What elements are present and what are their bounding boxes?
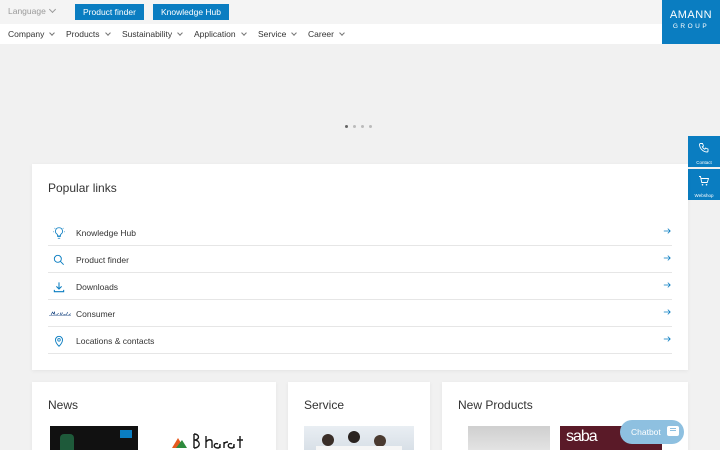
chevron-down-icon [291,30,298,36]
service-card: Service [288,382,430,450]
popular-link-locations[interactable]: Locations & contacts [48,327,672,354]
mettler-logo-icon [49,311,71,316]
logo-subtitle: GROUP [672,23,710,30]
arrow-right-icon [663,309,671,315]
language-selector[interactable]: Language [8,5,56,16]
service-title: Service [304,398,345,412]
product-thumbnail[interactable] [468,426,550,450]
link-label: Product finder [76,255,129,265]
nav-item-career[interactable]: Career [308,29,345,39]
saba-wordmark-image: saba [566,428,598,445]
arrow-right-icon [663,255,671,261]
nav-item-company[interactable]: Company [8,29,56,39]
hero-carousel [0,44,720,164]
arrow-right-icon [663,282,671,288]
carousel-dots [345,115,377,133]
carousel-dot[interactable] [369,125,372,128]
nav-item-service[interactable]: Service [258,29,298,39]
nav-item-application[interactable]: Application [194,29,247,39]
download-icon [53,282,65,293]
top-bar: Language Product finder Knowledge Hub [0,0,720,24]
webshop-side-button[interactable]: Webshop [688,169,720,200]
popular-link-downloads[interactable]: Downloads [48,273,672,300]
lightbulb-icon [53,227,65,239]
link-label: Locations & contacts [76,336,155,346]
popular-link-consumer[interactable]: Consumer [48,300,672,327]
carousel-dot[interactable] [361,125,364,128]
chevron-down-icon [49,30,56,36]
chevron-down-icon [240,30,247,36]
news-card: News [32,382,276,450]
carousel-dot[interactable] [353,125,356,128]
chevron-down-icon [339,30,345,36]
chevron-down-icon [48,5,56,14]
main-nav: Company Products Sustainability Applicat… [0,24,720,44]
chat-bubble-icon [667,426,679,436]
nav-item-products[interactable]: Products [66,29,111,39]
arrow-right-icon [663,228,671,234]
chevron-down-icon [104,30,111,36]
popular-link-product-finder[interactable]: Product finder [48,246,672,273]
contact-label: Contact [696,160,712,165]
search-icon [53,254,64,265]
popular-link-knowledge-hub[interactable]: Knowledge Hub [48,219,672,246]
amann-logo[interactable]: AMANN GROUP [662,0,720,44]
popular-links-title: Popular links [48,181,117,195]
contact-side-button[interactable]: Contact [688,136,720,167]
news-thumbnail[interactable] [168,426,260,450]
product-finder-button[interactable]: Product finder [75,4,144,20]
location-pin-icon [55,335,63,347]
cart-icon [699,176,710,186]
logo-wordmark: AMANN [669,9,713,21]
arrow-right-icon [663,336,671,342]
link-label: Knowledge Hub [76,228,137,238]
language-label: Language [8,6,46,16]
new-products-title: New Products [458,398,533,412]
nav-item-sustainability[interactable]: Sustainability [122,29,183,39]
phone-icon [699,143,709,153]
link-label: Consumer [76,309,116,319]
news-title: News [48,398,79,412]
bharat-logo-image [172,433,243,449]
service-thumbnail[interactable] [304,426,414,450]
news-thumbnail[interactable] [50,426,138,450]
chatbot-button[interactable]: Chatbot [620,420,684,444]
carousel-dot[interactable] [345,125,348,128]
chatbot-label: Chatbot [631,427,661,437]
webshop-label: Webshop [694,193,714,198]
knowledge-hub-button[interactable]: Knowledge Hub [153,4,230,20]
link-label: Downloads [76,282,119,292]
chevron-down-icon [177,30,183,36]
